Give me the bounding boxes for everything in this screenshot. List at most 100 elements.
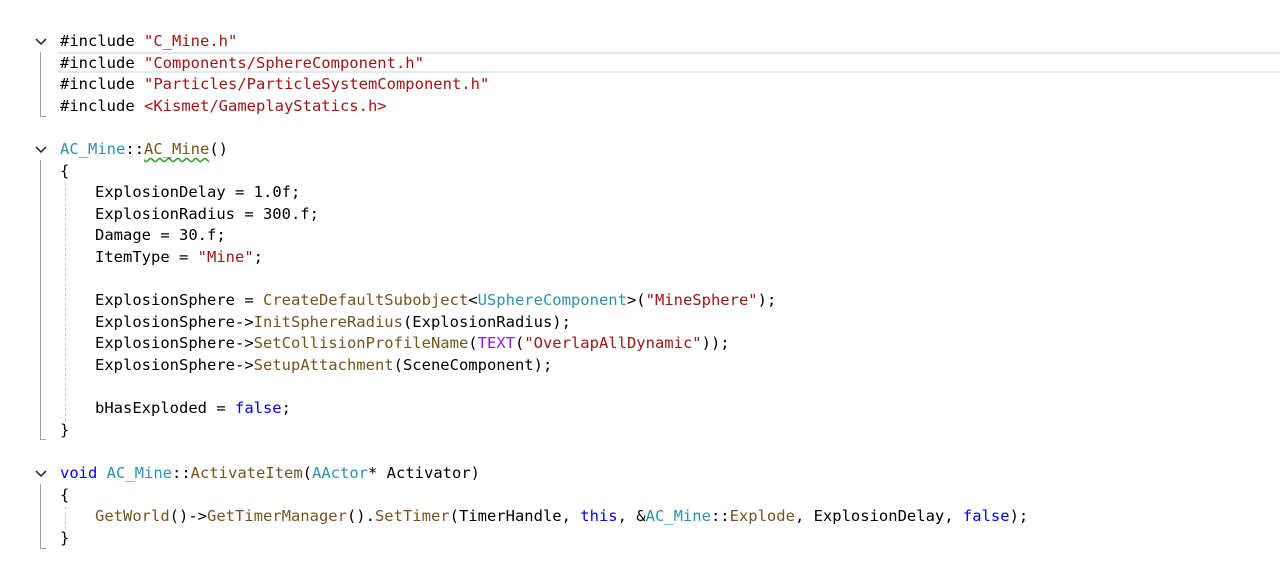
identifier: ExplosionSphere [95,356,235,374]
function-call: GetTimerManager [206,507,347,526]
identifier: bHasExploded [95,399,207,418]
function-call: SetTimer [374,507,450,526]
code-text: ); [757,291,777,310]
code-text: >( [626,291,646,310]
include-path: "Particles/ParticleSystemComponent.h" [144,75,490,94]
code-text: ()-> [169,507,207,526]
code-text: ; [281,399,291,418]
include-path: <Kismet/GameplayStatics.h> [144,96,387,115]
code-line-brace[interactable]: { [60,485,69,507]
fold-chevron-icon[interactable] [34,143,48,157]
identifier: ExplosionDelay [95,183,226,202]
open-brace: { [60,161,70,180]
identifier: ExplosionSphere [95,291,235,310]
include-path: "C_Mine.h" [144,32,238,50]
code-text: = 300.f; [234,204,319,223]
code-line[interactable]: ExplosionSphere->SetCollisionProfileName… [95,333,730,355]
open-brace: { [60,485,70,504]
outline-bar [40,484,41,548]
function-call: CreateDefaultSubobject [262,291,469,310]
code-line-include[interactable]: #include "Components/SphereComponent.h" [60,53,424,75]
constructor-name: AC_Mine [144,140,210,158]
scope-operator: :: [172,464,191,482]
code-text: (). [346,507,375,526]
preprocessor-keyword: #include [60,53,135,72]
code-line[interactable]: ExplosionSphere = CreateDefaultSubobject… [95,290,776,312]
outline-bar-end [40,439,46,440]
code-text: ( [302,464,312,482]
code-line-include[interactable]: #include <Kismet/GameplayStatics.h> [60,96,387,118]
code-text: -> [234,334,254,353]
identifier: Damage [95,226,151,245]
outline-bar-end [40,548,46,549]
outline-bar-end [40,116,46,117]
code-line[interactable]: ExplosionDelay = 1.0f; [95,182,300,204]
scope-operator: :: [125,140,144,158]
code-line-brace[interactable]: } [60,528,69,550]
code-line[interactable]: bHasExploded = false; [95,398,291,420]
code-line-constructor-signature[interactable]: AC_Mine::AC_Mine() [60,139,228,161]
string-literal: "OverlapAllDynamic" [524,334,702,353]
code-line[interactable]: Damage = 30.f; [95,225,226,247]
string-literal: "MineSphere" [645,291,758,310]
keyword: false [962,507,1010,526]
class-name: AC_Mine [60,140,126,158]
code-line[interactable]: GetWorld()->GetTimerManager().SetTimer(T… [95,506,1028,528]
keyword: void [60,464,98,482]
code-text: (SceneComponent); [393,356,553,374]
type-name: USphereComponent [477,291,627,310]
code-editor[interactable]: #include "C_Mine.h" #include "Components… [0,0,1280,567]
preprocessor-keyword: #include [60,32,135,50]
function-call: SetCollisionProfileName [253,334,469,353]
code-text: = [169,248,198,266]
fold-chevron-icon[interactable] [34,35,48,49]
include-path: "Components/SphereComponent.h" [144,53,424,72]
code-text: = 1.0f; [225,183,301,202]
code-line[interactable]: ExplosionRadius = 300.f; [95,204,319,226]
outline-bar [40,52,41,116]
type-name: AActor [312,464,368,482]
code-line[interactable]: ItemType = "Mine"; [95,247,263,269]
identifier: ExplosionRadius [95,204,235,223]
code-text: ( [514,334,525,353]
code-line-brace[interactable]: } [60,420,69,442]
code-line-include[interactable]: #include "Particles/ParticleSystemCompon… [60,74,489,96]
keyword: this [580,507,618,526]
code-text: = 30.f; [151,226,226,245]
string-literal: "Mine" [197,248,254,266]
identifier: ItemType [95,248,170,266]
code-text: , & [617,507,646,526]
code-text: = [206,399,235,418]
outline-bar [40,160,41,439]
preprocessor-keyword: #include [60,96,135,115]
code-text: () [209,140,228,158]
code-line[interactable]: ExplosionSphere->InitSphereRadius(Explos… [95,312,571,334]
code-text: = [234,291,263,310]
close-brace: } [60,528,70,547]
function-call: GetWorld [95,507,170,526]
function-name: Explode [729,507,795,526]
code-text: (ExplosionRadius); [402,312,571,331]
class-name: AC_Mine [106,464,172,482]
macro-name: TEXT [477,334,515,353]
keyword: false [234,399,282,418]
code-line-include[interactable]: #include "C_Mine.h" [60,31,237,53]
code-text: ); [1009,507,1029,526]
code-text: (TimerHandle, [449,507,581,526]
indent-guide [65,507,66,529]
code-line-brace[interactable]: { [60,161,69,183]
fold-chevron-icon[interactable] [34,467,48,481]
identifier: ExplosionSphere [95,312,235,331]
code-line-function-signature[interactable]: void AC_Mine::ActivateItem(AActor* Activ… [60,463,480,485]
code-line[interactable]: ExplosionSphere->SetupAttachment(SceneCo… [95,355,552,377]
code-text: ; [253,248,263,266]
code-text: < [468,291,478,310]
indent-guide [65,183,66,421]
preprocessor-keyword: #include [60,75,135,94]
function-name: ActivateItem [190,464,303,482]
identifier: ExplosionSphere [95,334,235,353]
close-brace: } [60,420,70,439]
code-text: ( [468,334,478,353]
code-text: * Activator) [368,464,480,482]
function-call: SetupAttachment [253,356,394,374]
